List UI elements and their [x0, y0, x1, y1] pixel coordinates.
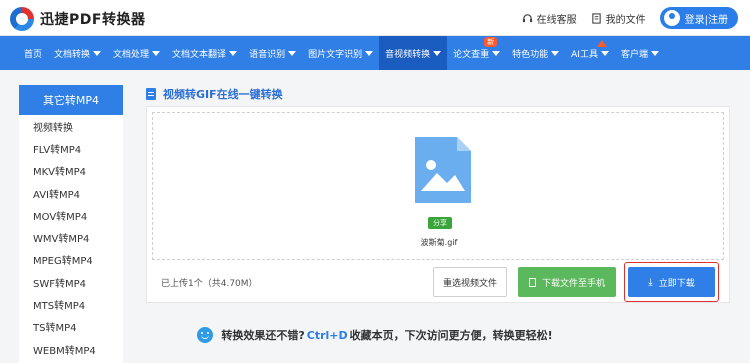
nav-item-label: 图片文字识别: [308, 49, 363, 60]
nav-item-7[interactable]: 论文查重 新: [447, 36, 506, 70]
sidebar-item[interactable]: FLV转MP4: [19, 137, 123, 159]
document-icon: [591, 12, 601, 24]
online-service-link[interactable]: 在线客服: [522, 11, 577, 26]
logo-icon: [10, 7, 34, 31]
file-name: 波斯菊.gif: [420, 238, 458, 247]
sidebar-item[interactable]: AVI转MP4: [19, 182, 123, 204]
nav-item-10[interactable]: 客户端: [615, 36, 665, 70]
file-dropzone[interactable]: 分享 波斯菊.gif: [152, 112, 724, 260]
nav-item-label: 客户端: [620, 49, 648, 60]
nav-item-label: 文档处理: [113, 49, 150, 60]
sidebar-item[interactable]: WMV转MP4: [19, 226, 123, 248]
nav-item-label: AI工具: [571, 49, 598, 60]
chevron-down-icon: [93, 50, 102, 56]
tip-hotkey: Ctrl+D: [306, 328, 348, 342]
chevron-down-icon: [600, 50, 609, 56]
nav-item-label: 论文查重: [453, 49, 490, 60]
chevron-down-icon: [152, 50, 161, 56]
hot-marker-icon: [597, 40, 608, 47]
conversion-panel: 分享 波斯菊.gif 已上传1个（共4.70M） 重选视频文件 下载文件至手机 …: [146, 106, 730, 303]
chevron-down-icon: [492, 50, 501, 56]
tip-suffix: 收藏本页，下次访问更方便，转换更轻松!: [349, 329, 553, 342]
share-tag[interactable]: 分享: [428, 217, 452, 229]
login-register-label: 登录|注册: [684, 14, 728, 26]
nav-item-9[interactable]: AI工具: [565, 36, 615, 70]
bookmark-tip: 转换效果还不错? Ctrl+D 收藏本页，下次访问更方便，转换更轻松!: [0, 327, 750, 343]
sidebar-item[interactable]: MPEG转MP4: [19, 249, 123, 271]
main-nav: 首页 文档转换 文档处理 文档文本翻译 语音识别 图片文字识别 音视频转换 论文查重 新特色功能…: [0, 36, 750, 70]
page-title-text: 视频转GIF在线一键转换: [163, 88, 283, 101]
nav-item-label: 文档文本翻译: [172, 49, 227, 60]
login-register-button[interactable]: 登录|注册: [659, 7, 738, 29]
sidebar-list: 视频转换 FLV转MP4 MKV转MP4 AVI转MP4 MOV转MP4 WMV转MP4 M…: [19, 115, 123, 360]
nav-item-1[interactable]: 文档转换: [48, 36, 107, 70]
smiley-icon: [197, 327, 214, 343]
chevron-down-icon: [433, 50, 442, 56]
sidebar: 其它转MP4 视频转换 FLV转MP4 MKV转MP4 AVI转MP4 MOV转MP4 W…: [19, 85, 123, 363]
phone-icon: [528, 277, 536, 287]
nav-item-4[interactable]: 语音识别: [243, 36, 302, 70]
nav-item-label: 首页: [24, 49, 43, 60]
sidebar-item[interactable]: MKV转MP4: [19, 160, 123, 182]
chevron-down-icon: [229, 50, 238, 56]
header-actions: 在线客服 我的文件 登录|注册: [522, 6, 738, 30]
chevron-down-icon: [288, 50, 297, 56]
nav-item-0[interactable]: 首页: [18, 36, 48, 70]
brand-logo[interactable]: 迅捷PDF转换器: [10, 7, 145, 31]
my-files-link[interactable]: 我的文件: [591, 11, 646, 26]
sidebar-item[interactable]: SWF转MP4: [19, 271, 123, 293]
upload-info: 已上传1个（共4.70M）: [161, 279, 258, 289]
nav-item-2[interactable]: 文档处理: [107, 36, 166, 70]
nav-item-3[interactable]: 文档文本翻译: [166, 36, 243, 70]
download-now-label: 立即下载: [658, 278, 695, 289]
sidebar-item[interactable]: 视频转换: [19, 115, 123, 137]
sidebar-heading[interactable]: 其它转MP4: [19, 85, 123, 115]
my-files-label: 我的文件: [605, 14, 646, 26]
nav-item-label: 特色功能: [512, 49, 549, 60]
chevron-down-icon: [365, 50, 374, 56]
document-icon: [146, 88, 156, 100]
sidebar-item[interactable]: MTS转MP4: [19, 293, 123, 315]
nav-item-8[interactable]: 特色功能: [506, 36, 565, 70]
sidebar-item[interactable]: MOV转MP4: [19, 204, 123, 226]
download-to-phone-button[interactable]: 下载文件至手机: [518, 267, 616, 297]
chevron-down-icon: [650, 50, 659, 56]
nav-item-label: 文档转换: [54, 49, 91, 60]
page-title: 视频转GIF在线一键转换: [146, 86, 283, 102]
tip-prefix: 转换效果还不错?: [221, 329, 305, 342]
headset-icon: [522, 13, 532, 22]
nav-item-5[interactable]: 图片文字识别: [302, 36, 379, 70]
brand-name: 迅捷PDF转换器: [40, 12, 146, 28]
nav-item-label: 音视频转换: [385, 49, 431, 60]
download-icon: ⤓: [648, 276, 653, 288]
user-avatar-icon: [663, 10, 680, 26]
panel-footer: 已上传1个（共4.70M） 重选视频文件 下载文件至手机 ⤓ 立即下载: [147, 260, 731, 304]
chevron-down-icon: [551, 50, 560, 56]
top-header: 迅捷PDF转换器 在线客服 我的文件 登录|注册: [0, 0, 750, 36]
online-service-label: 在线客服: [536, 14, 577, 26]
new-badge: 新: [484, 37, 498, 47]
nav-item-6[interactable]: 音视频转换: [379, 36, 448, 70]
nav-item-label: 语音识别: [249, 49, 286, 60]
image-file-icon: [415, 137, 471, 203]
download-now-button[interactable]: ⤓ 立即下载: [628, 267, 715, 297]
download-to-phone-label: 下载文件至手机: [541, 278, 605, 289]
reselect-video-button[interactable]: 重选视频文件: [433, 267, 507, 297]
